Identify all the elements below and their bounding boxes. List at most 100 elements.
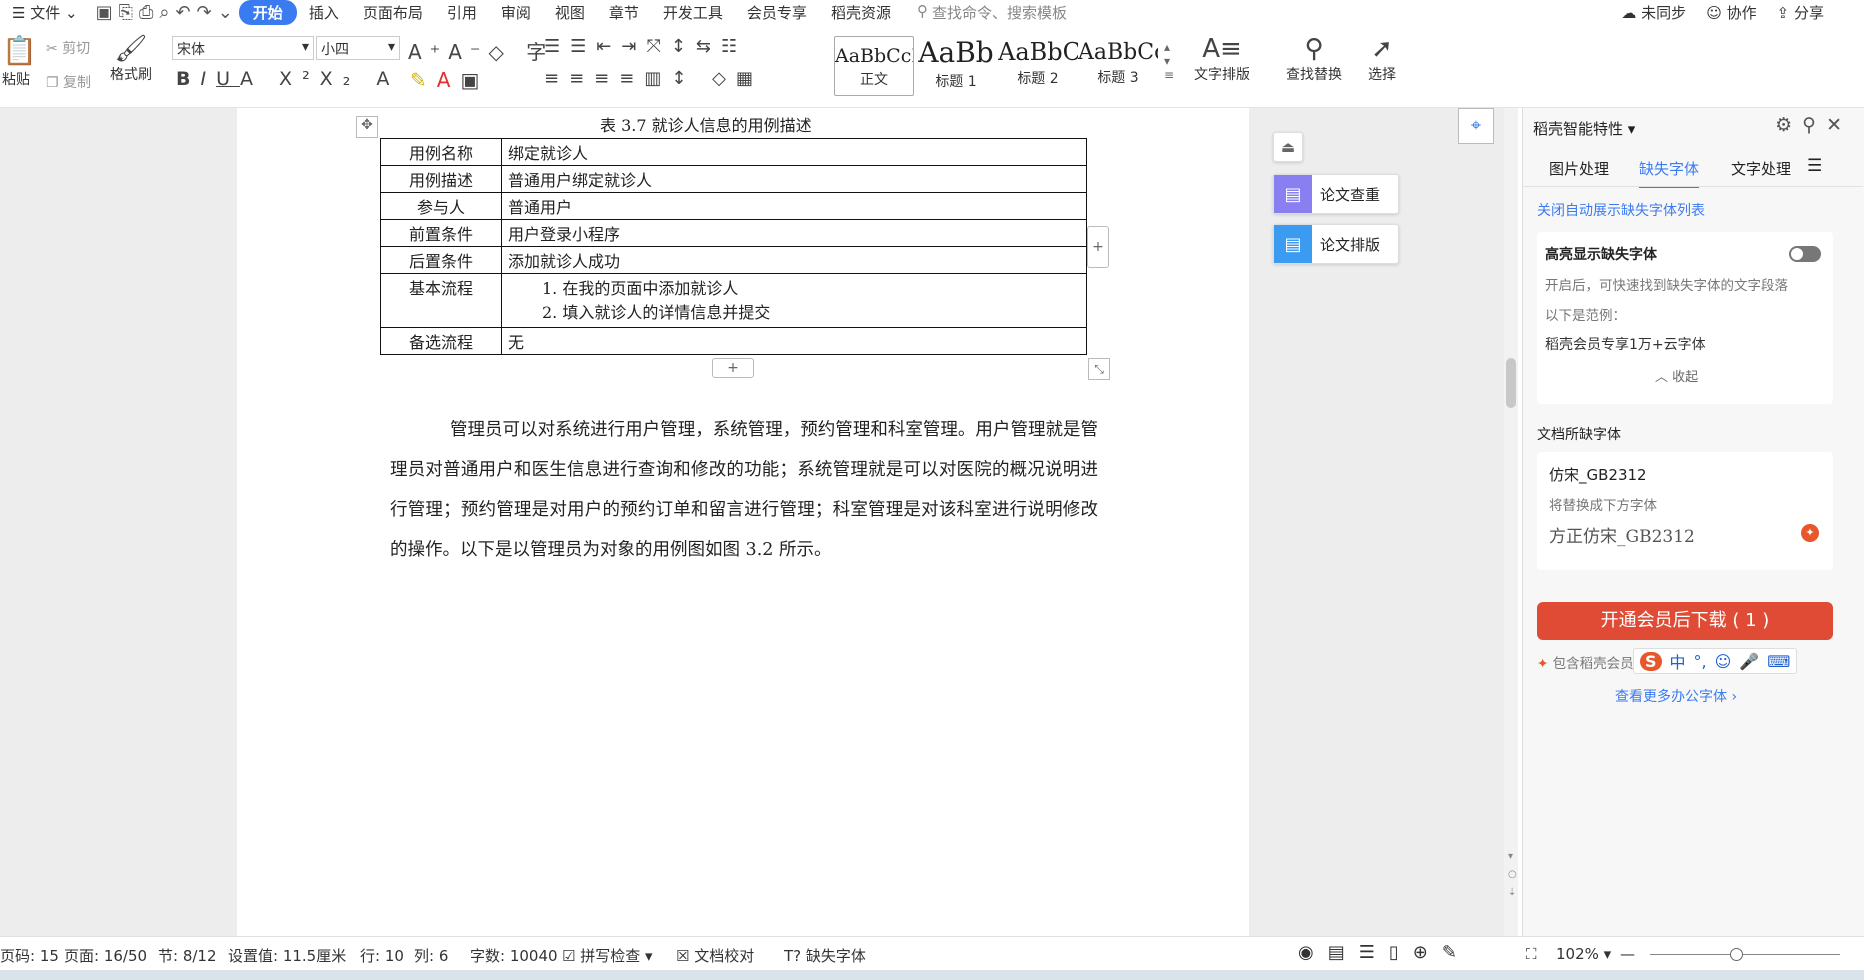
- select-button[interactable]: ➚ 选择: [1368, 34, 1396, 84]
- font-style-buttons[interactable]: BIUA X²X₂ A: [176, 68, 399, 90]
- table-cell-key[interactable]: 基本流程: [380, 273, 502, 328]
- collapse-button[interactable]: ︿ 收起: [1655, 366, 1698, 385]
- table-cell-key[interactable]: 前置条件: [380, 219, 502, 247]
- scrollbar-thumb[interactable]: [1506, 358, 1516, 408]
- zoom-select[interactable]: 102% ▾: [1556, 945, 1611, 963]
- tab-chapter[interactable]: 章节: [597, 2, 651, 23]
- table-cell-key[interactable]: 后置条件: [380, 246, 502, 274]
- tab-home[interactable]: 开始: [238, 0, 297, 25]
- keyboard-icon[interactable]: ⌨: [1767, 652, 1790, 671]
- tab-missing-fonts[interactable]: 缺失字体: [1639, 158, 1700, 188]
- status-setting[interactable]: 设置值: 11.5厘米: [228, 945, 346, 966]
- table-cell-value[interactable]: 用户登录小程序: [501, 219, 1087, 247]
- table-cell-key[interactable]: 用例描述: [380, 165, 502, 193]
- print-icon[interactable]: ⎙: [139, 2, 153, 23]
- tab-text-processing[interactable]: 文字处理: [1731, 158, 1791, 179]
- proofread-button[interactable]: ☒ 文档校对: [676, 945, 754, 966]
- zoom-slider[interactable]: [1650, 948, 1840, 961]
- highlight-color-buttons[interactable]: ✎A▣: [410, 68, 489, 92]
- add-column-icon[interactable]: +: [1087, 226, 1109, 268]
- vertical-scrollbar[interactable]: [1504, 108, 1518, 936]
- table-cell-value[interactable]: 无: [501, 327, 1087, 355]
- cut-button[interactable]: ✂ 剪切: [46, 38, 90, 58]
- text-layout-button[interactable]: A≡ 文字排版: [1194, 34, 1250, 84]
- emoji-icon[interactable]: ☺: [1715, 652, 1732, 671]
- body-paragraph[interactable]: 管理员可以对系统进行用户管理，系统管理，预约管理和科室管理。用户管理就是管理员对…: [390, 410, 1098, 570]
- punctuation-icon[interactable]: °,: [1694, 652, 1707, 671]
- font-size-select[interactable]: 小四 ▾: [316, 36, 400, 60]
- style-normal[interactable]: AaBbCcD 正文: [834, 36, 914, 96]
- command-search[interactable]: ⚲ 查找命令、搜索模板: [917, 2, 1067, 23]
- status-words[interactable]: 字数: 10040: [470, 945, 558, 966]
- paper-layout-button[interactable]: ▤ 论文排版: [1273, 224, 1399, 264]
- tab-image-processing[interactable]: 图片处理: [1549, 158, 1609, 179]
- style-gallery-scroll[interactable]: ▴ ▾ ≡: [1164, 40, 1174, 82]
- paper-check-button[interactable]: ▤ 论文查重: [1273, 174, 1399, 214]
- export-icon[interactable]: ⎘: [119, 2, 133, 23]
- table-cell-key[interactable]: 用例名称: [380, 138, 502, 166]
- table-cell-value[interactable]: 1. 在我的页面中添加就诊人 2. 填入就诊人的详情信息并提交: [501, 273, 1087, 328]
- microphone-icon[interactable]: 🎤: [1739, 652, 1759, 671]
- customize-icon[interactable]: ⌄: [218, 2, 233, 23]
- font-size-buttons[interactable]: A⁺A⁻◇ 字: [408, 36, 554, 65]
- fit-page-icon[interactable]: ⛶: [1526, 945, 1537, 963]
- style-heading-1[interactable]: AaBb 标题 1: [916, 36, 996, 96]
- status-section[interactable]: 节: 8/12: [158, 945, 217, 966]
- tab-docer-resources[interactable]: 稻壳资源: [819, 2, 903, 23]
- table-resize-icon[interactable]: ⤡: [1088, 358, 1110, 380]
- more-tabs-icon[interactable]: ☰: [1807, 156, 1822, 176]
- undo-icon[interactable]: ↶: [176, 2, 191, 23]
- redo-icon[interactable]: ↷: [197, 2, 212, 23]
- ime-toolbar[interactable]: S 中 °, ☺ 🎤 ⌨: [1633, 648, 1798, 674]
- gear-icon[interactable]: ⚙: [1775, 114, 1802, 136]
- zoom-out-icon[interactable]: —: [1620, 945, 1635, 963]
- view-mode-buttons[interactable]: ◉▤☰▯⊕✎: [1298, 942, 1471, 963]
- pin-icon[interactable]: ⚲: [1802, 114, 1826, 136]
- font-family-select[interactable]: 宋体 ▾: [172, 36, 314, 60]
- collapse-float-icon[interactable]: ⏏: [1273, 132, 1303, 162]
- more-fonts-link[interactable]: 查看更多办公字体 ›: [1615, 686, 1737, 706]
- tab-page-layout[interactable]: 页面布局: [351, 2, 435, 23]
- table-cell-key[interactable]: 参与人: [380, 192, 502, 220]
- location-pin-icon[interactable]: ⌖: [1458, 108, 1494, 144]
- print-preview-icon[interactable]: ⌕: [159, 2, 169, 23]
- ime-mode-label[interactable]: 中: [1670, 649, 1686, 673]
- list-indent-buttons[interactable]: ☰☰⇤⇥⤧↕⇆☷: [544, 36, 747, 57]
- collab-button[interactable]: ☺ 协作: [1706, 2, 1756, 23]
- missing-font-status[interactable]: T? 缺失字体: [784, 945, 866, 966]
- table-cell-key[interactable]: 备选流程: [380, 327, 502, 355]
- table-cell-value[interactable]: 普通用户: [501, 192, 1087, 220]
- close-auto-display-link[interactable]: 关闭自动展示缺失字体列表: [1537, 200, 1705, 220]
- highlight-toggle[interactable]: [1789, 246, 1821, 262]
- tab-review[interactable]: 审阅: [489, 2, 543, 23]
- share-button[interactable]: ⇪ 分享: [1777, 2, 1824, 23]
- tab-member[interactable]: 会员专享: [735, 2, 819, 23]
- sync-button[interactable]: ☁ 未同步: [1621, 2, 1686, 23]
- status-col[interactable]: 列: 6: [414, 945, 448, 966]
- add-row-icon[interactable]: +: [712, 358, 754, 378]
- download-button[interactable]: 开通会员后下载 ( 1 ): [1537, 602, 1833, 640]
- tab-view[interactable]: 视图: [543, 2, 597, 23]
- paste-button[interactable]: 📋 粘贴: [2, 34, 37, 89]
- table-move-handle-icon[interactable]: ✥: [356, 116, 378, 138]
- find-replace-button[interactable]: ⚲ 查找替换: [1286, 34, 1342, 84]
- tab-insert[interactable]: 插入: [297, 2, 351, 23]
- sidebar-title-button[interactable]: 稻壳智能特性 ▾: [1533, 118, 1635, 139]
- file-menu[interactable]: ☰ 文件 ⌄: [0, 2, 90, 23]
- status-page-code[interactable]: 页码: 15: [0, 945, 59, 966]
- close-icon[interactable]: ✕: [1826, 114, 1852, 136]
- status-row[interactable]: 行: 10: [360, 945, 404, 966]
- style-heading-2[interactable]: AaBbC 标题 2: [998, 36, 1078, 96]
- table-cell-value[interactable]: 普通用户绑定就诊人: [501, 165, 1087, 193]
- paragraph-align-buttons[interactable]: ≡≡≡≡▥↕ ◇▦: [544, 68, 763, 89]
- table-cell-value[interactable]: 添加就诊人成功: [501, 246, 1087, 274]
- format-painter-button[interactable]: 🖌 格式刷: [110, 34, 152, 84]
- table-cell-value[interactable]: 绑定就诊人: [501, 138, 1087, 166]
- style-heading-3[interactable]: AaBbCc 标题 3: [1078, 36, 1158, 96]
- page-nav-icons[interactable]: ▾ ○ ⇣: [1508, 848, 1517, 902]
- zoom-slider-knob[interactable]: [1730, 948, 1743, 961]
- spell-check-button[interactable]: ☑ 拼写检查 ▾: [562, 945, 653, 966]
- status-page[interactable]: 页面: 16/50: [64, 945, 147, 966]
- tab-developer[interactable]: 开发工具: [651, 2, 735, 23]
- tab-references[interactable]: 引用: [435, 2, 489, 23]
